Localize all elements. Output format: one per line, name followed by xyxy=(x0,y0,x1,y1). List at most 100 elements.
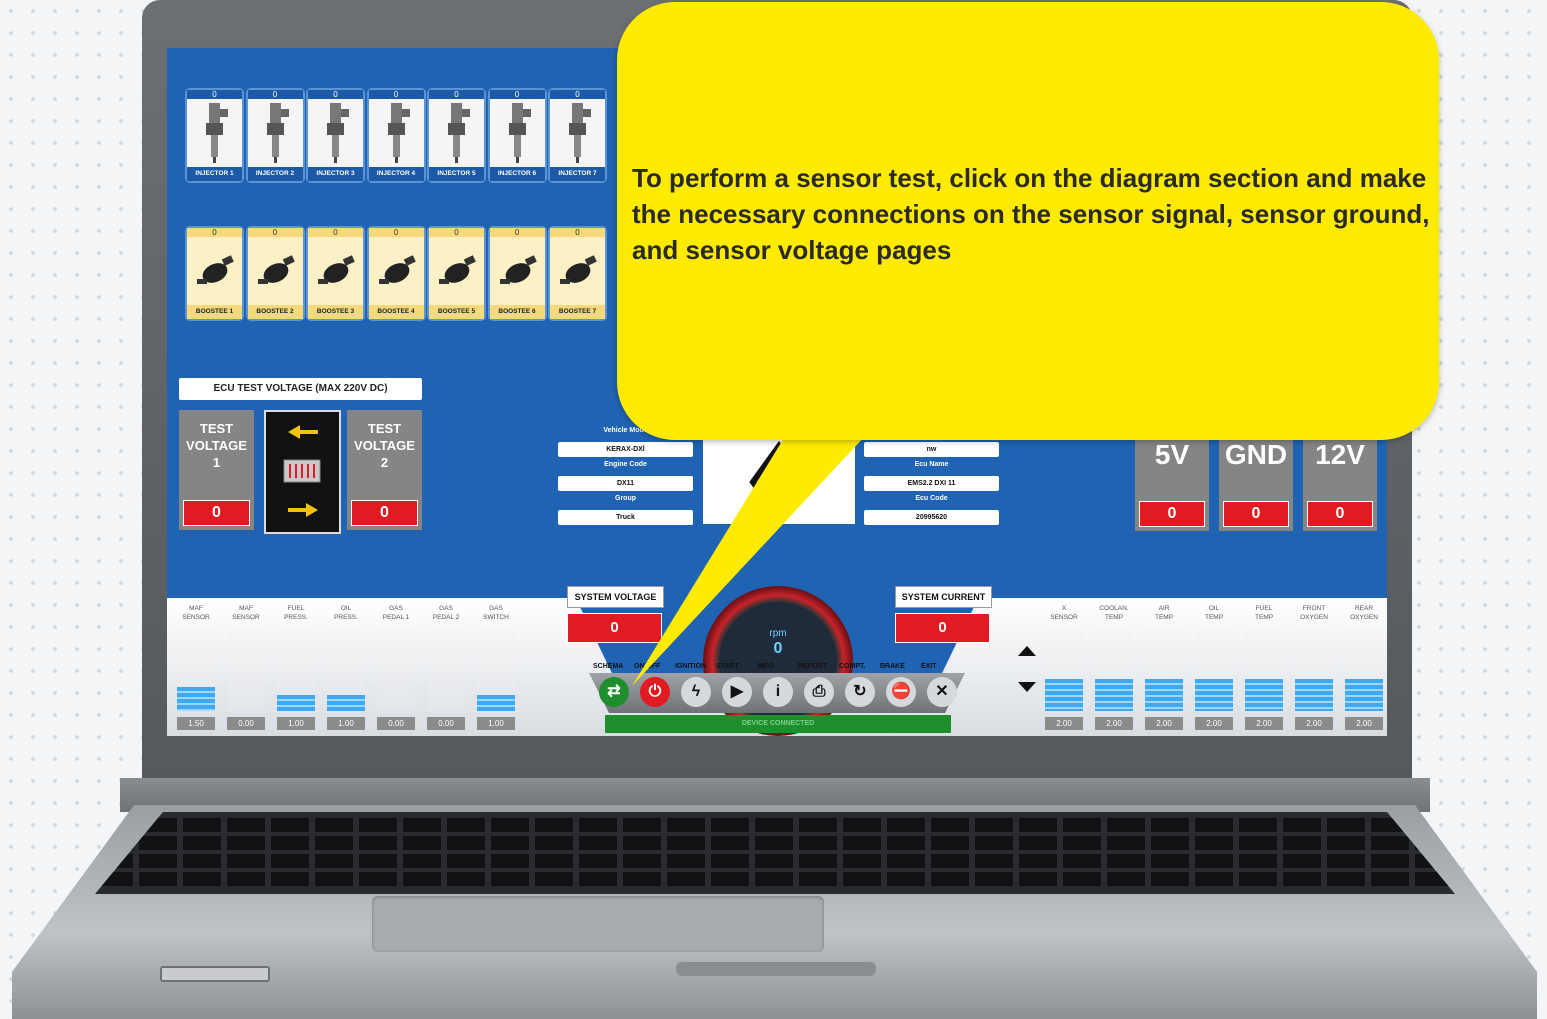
booster-card[interactable]: 0 BOOSTEE 5 xyxy=(429,228,484,319)
vehicle-model-value: KERAX-DXİ xyxy=(558,442,693,457)
booster-count: 0 xyxy=(368,228,424,237)
booster-label: BOOSTEE 7 xyxy=(550,305,605,319)
right-sensor-fill xyxy=(1245,679,1283,711)
status-bar: DEVICE CONNECTED xyxy=(605,715,951,733)
injector-label: INJECTOR 4 xyxy=(368,167,424,181)
injector-icon xyxy=(550,99,605,167)
toolbar-label-ignition: IGNITION xyxy=(675,663,707,670)
ecu-name-label: Ecu Name xyxy=(914,461,949,468)
test-voltage-1-panel[interactable]: TEST VOLTAGE 1 0 xyxy=(179,410,254,530)
booster-card[interactable]: 0 BOOSTEE 6 xyxy=(489,228,545,319)
brake-icon[interactable]: ⛔ xyxy=(886,677,916,707)
system-current-label: SYSTEM CURRENT xyxy=(895,586,992,608)
rpm-gauge: rpm 0 xyxy=(703,586,853,736)
5v-value: 0 xyxy=(1139,501,1205,527)
left-sensor-bar[interactable] xyxy=(327,631,365,711)
injector-icon xyxy=(187,99,242,167)
close-icon[interactable]: ✕ xyxy=(927,677,957,707)
booster-card[interactable]: 0 BOOSTEE 2 xyxy=(247,228,303,319)
ecu-code-value: 20995620 xyxy=(864,510,999,525)
booster-icon xyxy=(247,237,303,305)
injector-label: INJECTOR 5 xyxy=(429,167,484,181)
play-icon[interactable]: ▶ xyxy=(722,677,752,707)
right-sensor-bar[interactable] xyxy=(1245,631,1283,711)
right-sensor-fill xyxy=(1095,679,1133,711)
right-sensor-value: 2.00 xyxy=(1345,717,1383,730)
booster-label: BOOSTEE 1 xyxy=(187,305,242,319)
gnd-panel[interactable]: GND 0 xyxy=(1219,431,1293,531)
callout-text: To perform a sensor test, click on the d… xyxy=(632,163,1430,265)
booster-label: BOOSTEE 4 xyxy=(368,305,424,319)
left-sensor-label: OIL PRESS. xyxy=(334,605,358,621)
right-sensor-bar[interactable] xyxy=(1095,631,1133,711)
left-sensor-fill xyxy=(277,695,315,711)
left-sensor-bar[interactable] xyxy=(427,631,465,711)
booster-card[interactable]: 0 BOOSTEE 1 xyxy=(187,228,242,319)
refresh-icon[interactable]: ↻ xyxy=(845,677,875,707)
test-voltage-1-label: TEST VOLTAGE 1 xyxy=(186,421,247,470)
injector-card[interactable]: 0 INJECTOR 2 xyxy=(247,90,303,181)
booster-label: BOOSTEE 2 xyxy=(247,305,303,319)
left-sensor-value: 0.00 xyxy=(427,717,465,730)
laptop-keyboard xyxy=(95,812,1455,894)
injector-icon xyxy=(429,99,484,167)
booster-icon xyxy=(187,237,242,305)
test-voltage-2-panel[interactable]: TEST VOLTAGE 2 0 xyxy=(347,410,422,530)
injector-card[interactable]: 0 INJECTOR 6 xyxy=(489,90,545,181)
injector-label: INJECTOR 7 xyxy=(550,167,605,181)
scroll-up-icon[interactable] xyxy=(1018,646,1036,656)
injector-card[interactable]: 0 INJECTOR 1 xyxy=(187,90,242,181)
left-sensor-value: 1.00 xyxy=(477,717,515,730)
left-sensor-label: GAS SWITCH xyxy=(483,605,509,621)
right-sensor-fill xyxy=(1145,679,1183,711)
print-icon[interactable]: ⎙ xyxy=(804,677,834,707)
5v-panel[interactable]: 5V 0 xyxy=(1135,431,1209,531)
brand-value: nw xyxy=(864,442,999,457)
test-voltage-2-label: TEST VOLTAGE 2 xyxy=(354,421,415,470)
left-sensor-bar[interactable] xyxy=(277,631,315,711)
shuffle-icon[interactable]: ⇄ xyxy=(599,677,629,707)
booster-card[interactable]: 0 BOOSTEE 7 xyxy=(550,228,605,319)
scroll-down-icon[interactable] xyxy=(1018,682,1036,692)
rpm-value: 0 xyxy=(773,640,783,657)
injector-label: INJECTOR 3 xyxy=(308,167,363,181)
right-sensor-label: COOLAN. TEMP xyxy=(1099,605,1129,621)
right-sensor-value: 2.00 xyxy=(1145,717,1183,730)
toolbar-label-start: START xyxy=(716,663,739,670)
left-sensor-bar[interactable] xyxy=(227,631,265,711)
injector-card[interactable]: 0 INJECTOR 3 xyxy=(308,90,363,181)
booster-label: BOOSTEE 6 xyxy=(489,305,545,319)
info-icon[interactable]: i xyxy=(763,677,793,707)
group-label: Group xyxy=(615,495,636,502)
injector-card[interactable]: 0 INJECTOR 4 xyxy=(368,90,424,181)
test-voltage-2-value: 0 xyxy=(351,500,418,526)
injector-count: 0 xyxy=(187,90,242,99)
right-sensor-bar[interactable] xyxy=(1295,631,1333,711)
injector-label: INJECTOR 1 xyxy=(187,167,242,181)
toolbar-label-exit: EXIT xyxy=(921,663,937,670)
right-sensor-bar[interactable] xyxy=(1195,631,1233,711)
ecu-switch-icon[interactable] xyxy=(264,410,341,534)
booster-icon xyxy=(308,237,363,305)
left-sensor-bar[interactable] xyxy=(377,631,415,711)
right-sensor-bar[interactable] xyxy=(1045,631,1083,711)
toolbar-label-brake: BRAKE xyxy=(880,663,905,670)
engine-code-label: Engine Code xyxy=(604,461,647,468)
power-icon[interactable]: ⏻ xyxy=(640,677,670,707)
right-sensor-bar[interactable] xyxy=(1145,631,1183,711)
ecu-test-voltage-title: ECU TEST VOLTAGE (MAX 220V DC) xyxy=(179,378,422,400)
12v-panel[interactable]: 12V 0 xyxy=(1303,431,1377,531)
left-sensor-bar[interactable] xyxy=(177,631,215,711)
injector-count: 0 xyxy=(247,90,303,99)
right-sensor-fill xyxy=(1295,679,1333,711)
group-value: Truck xyxy=(558,510,693,525)
right-sensor-bar[interactable] xyxy=(1345,631,1383,711)
lightning-icon[interactable]: ϟ xyxy=(681,677,711,707)
rpm-label: rpm xyxy=(769,628,787,639)
injector-card[interactable]: 0 INJECTOR 7 xyxy=(550,90,605,181)
booster-count: 0 xyxy=(308,228,363,237)
left-sensor-bar[interactable] xyxy=(477,631,515,711)
booster-card[interactable]: 0 BOOSTEE 3 xyxy=(308,228,363,319)
booster-card[interactable]: 0 BOOSTEE 4 xyxy=(368,228,424,319)
injector-card[interactable]: 0 INJECTOR 5 xyxy=(429,90,484,181)
